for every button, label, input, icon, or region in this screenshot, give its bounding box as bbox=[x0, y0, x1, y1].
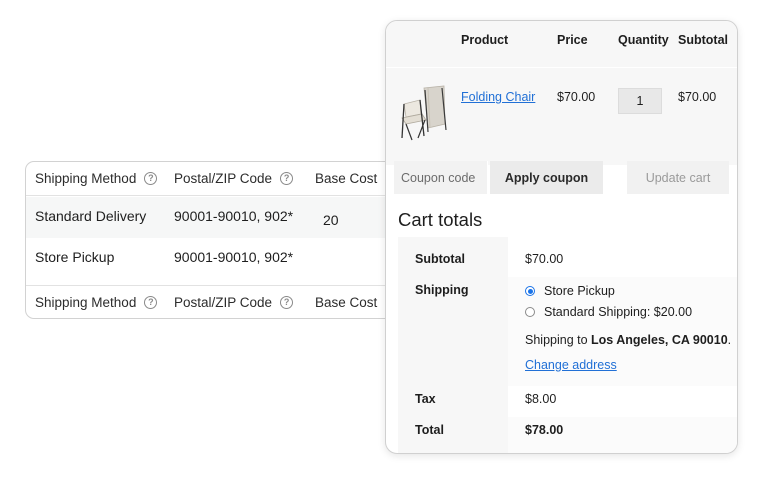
shipping-option-standard[interactable]: Standard Shipping: $20.00 bbox=[525, 303, 737, 321]
header-postal-zip: Postal/ZIP Code ? bbox=[174, 171, 294, 186]
base-cost-input[interactable]: 20 bbox=[323, 212, 339, 228]
shipping-option-store-pickup[interactable]: Store Pickup bbox=[525, 282, 737, 300]
folding-chair-thumbnail[interactable] bbox=[398, 84, 450, 142]
rule-method: Store Pickup bbox=[35, 249, 115, 265]
header-shipping-method: Shipping Method ? bbox=[35, 171, 158, 186]
rule-postal: 90001-90010, 902* bbox=[174, 249, 294, 265]
cart-totals-title: Cart totals bbox=[398, 209, 483, 230]
header-product: Product bbox=[461, 33, 509, 47]
header-subtotal: Subtotal bbox=[678, 33, 728, 47]
coupon-row: Coupon code Apply coupon Update cart bbox=[386, 161, 737, 195]
shipping-options: Store Pickup Standard Shipping: $20.00 S… bbox=[508, 277, 737, 386]
rules-header-row: Shipping Method ? Postal/ZIP Code ? Base… bbox=[26, 162, 424, 196]
question-circle-icon[interactable]: ? bbox=[144, 296, 158, 309]
footer-base-cost: Base Cost bbox=[315, 295, 378, 310]
header-price: Price bbox=[557, 33, 588, 47]
cart-panel: Product Price Quantity Subtotal Folding … bbox=[385, 20, 738, 454]
cart-item-row: Folding Chair $70.00 1 $70.00 bbox=[386, 67, 737, 165]
table-row[interactable]: Standard Delivery 90001-90010, 902* 20 bbox=[26, 197, 424, 238]
cart-totals-table: Subtotal $70.00 Shipping Store Pickup St… bbox=[398, 237, 737, 453]
header-quantity: Quantity bbox=[618, 33, 669, 47]
change-address-link[interactable]: Change address bbox=[525, 358, 617, 372]
cart-table-header: Product Price Quantity Subtotal bbox=[386, 21, 737, 67]
subtotal-label: Subtotal bbox=[398, 237, 508, 277]
total-label: Total bbox=[398, 417, 508, 453]
total-value: $78.00 bbox=[508, 417, 737, 453]
tax-value: $8.00 bbox=[525, 392, 557, 406]
shipping-rules-table: Shipping Method ? Postal/ZIP Code ? Base… bbox=[25, 161, 425, 319]
question-circle-icon[interactable]: ? bbox=[280, 172, 294, 185]
item-price: $70.00 bbox=[557, 90, 596, 104]
apply-coupon-button[interactable]: Apply coupon bbox=[490, 161, 603, 194]
rule-postal: 90001-90010, 902* bbox=[174, 208, 294, 224]
table-row[interactable]: Store Pickup 90001-90010, 902* bbox=[26, 238, 424, 285]
subtotal-value: $70.00 bbox=[525, 252, 564, 266]
question-circle-icon[interactable]: ? bbox=[144, 172, 158, 185]
update-cart-button[interactable]: Update cart bbox=[627, 161, 729, 194]
shipping-label: Shipping bbox=[398, 277, 508, 386]
coupon-code-input[interactable]: Coupon code bbox=[394, 161, 488, 194]
shipping-destination: Shipping to Los Angeles, CA 90010. bbox=[525, 333, 732, 347]
header-base-cost: Base Cost bbox=[315, 171, 378, 186]
tax-label: Tax bbox=[398, 386, 508, 417]
radio-unselected-icon[interactable] bbox=[525, 307, 535, 317]
radio-selected-icon[interactable] bbox=[525, 286, 535, 296]
rule-method: Standard Delivery bbox=[35, 208, 147, 224]
rules-footer-row: Shipping Method ? Postal/ZIP Code ? Base… bbox=[26, 285, 424, 318]
quantity-input[interactable]: 1 bbox=[618, 88, 662, 114]
question-circle-icon[interactable]: ? bbox=[280, 296, 294, 309]
item-subtotal: $70.00 bbox=[678, 90, 717, 104]
footer-postal-zip: Postal/ZIP Code ? bbox=[174, 295, 294, 310]
product-link[interactable]: Folding Chair bbox=[461, 90, 535, 104]
footer-shipping-method: Shipping Method ? bbox=[35, 295, 158, 310]
